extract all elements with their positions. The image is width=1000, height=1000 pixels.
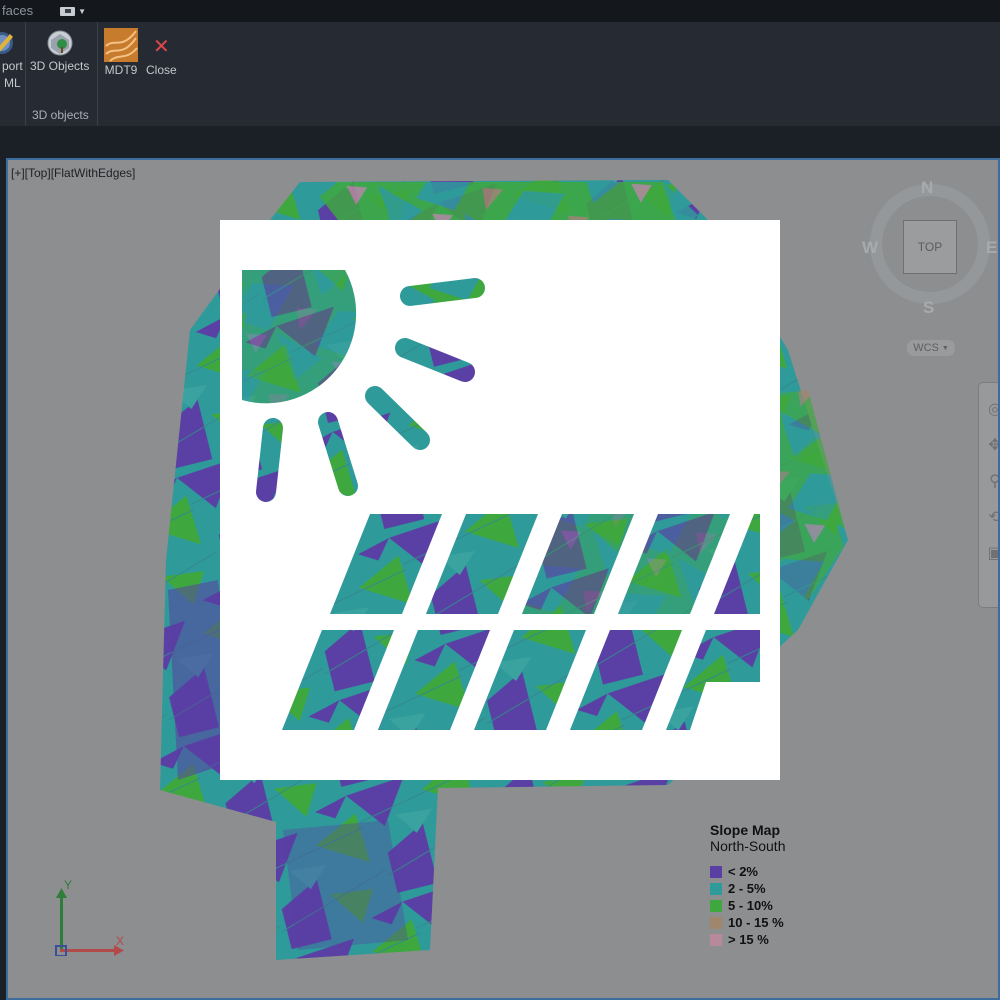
legend-swatch [710,916,722,929]
legend-item: < 2% [710,863,785,880]
solar-panel-icon [220,220,780,780]
legend-swatch [710,865,722,878]
chevron-down-icon: ▼ [78,6,86,16]
panel-dropdown-button[interactable]: ▼ [60,4,86,18]
slope-map-legend: Slope Map North-South < 2% 2 - 5% 5 - 10… [710,822,785,948]
group-caption-3d-objects: 3D objects [32,108,89,122]
legend-title: Slope Map [710,822,781,838]
mdt9-icon [104,28,138,62]
steering-wheel-icon[interactable]: ◎ [983,397,998,421]
legend-item: 5 - 10% [710,897,785,914]
close-icon: ✕ [152,36,170,58]
3d-objects-button[interactable]: 3D Objects [30,28,89,75]
legend-item: 2 - 5% [710,880,785,897]
export-kml-button[interactable]: port ML [0,28,23,92]
panel-icon [60,6,76,16]
export-kml-icon [0,32,14,54]
legend-item: > 15 % [710,931,785,948]
solar-panel-artwork [242,270,760,730]
legend-item: 10 - 15 % [710,914,785,931]
ribbon-tab-bar: faces ▼ [0,0,1000,22]
compass-north[interactable]: N [921,178,933,198]
ribbon-group-export: port ML [0,22,26,126]
3d-objects-icon [47,30,73,56]
compass-east[interactable]: E [986,238,997,258]
zoom-icon[interactable]: ⚲ [983,469,998,493]
ribbon-group-3d-objects: 3D Objects 3D objects [26,22,98,126]
viewcube-top-face[interactable]: TOP [903,220,957,274]
pan-icon[interactable]: ✥ [983,433,998,457]
ucs-icon: Y X [44,876,134,957]
chevron-down-icon: ▼ [941,344,949,352]
ribbon-tab-surfaces[interactable]: faces [2,3,33,18]
orbit-icon[interactable]: ⟲ [983,505,998,529]
close-button[interactable]: ✕ Close [146,32,177,79]
compass-south[interactable]: S [923,298,934,318]
legend-swatch [710,933,722,946]
legend-subtitle: North-South [710,838,786,854]
navigation-bar: ◎ ✥ ⚲ ⟲ ▣ [978,382,998,608]
legend-swatch [710,899,722,912]
ribbon-bottom-strip [0,126,1000,158]
legend-swatch [710,882,722,895]
viewcube[interactable]: N S W E TOP WCS ▼ [858,174,998,364]
ribbon-panel: port ML 3D Objects 3D objects MDT9 ✕ Clo… [0,22,1000,126]
showmotion-icon[interactable]: ▣ [983,541,998,565]
compass-west[interactable]: W [862,238,878,258]
mdt9-button[interactable]: MDT9 [104,28,138,79]
wcs-menu[interactable]: WCS ▼ [907,340,955,356]
